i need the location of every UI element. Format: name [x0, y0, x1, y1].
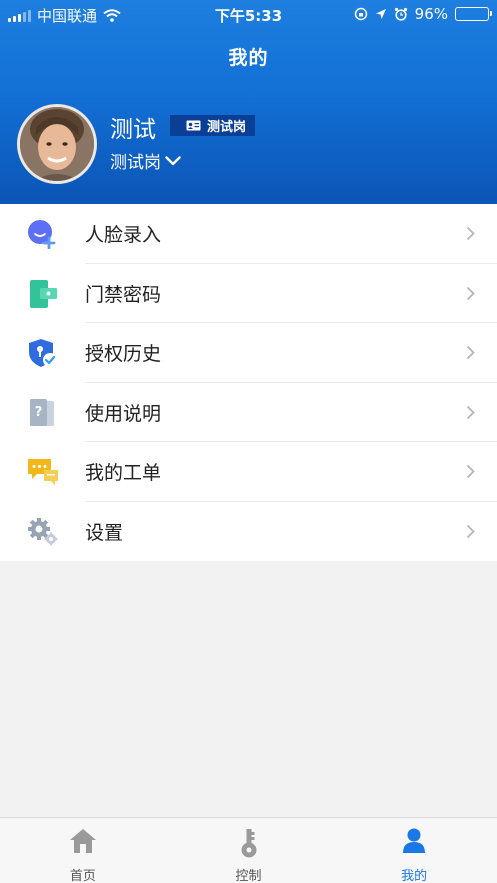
avatar[interactable]: [17, 104, 97, 184]
chevron-right-icon: [466, 464, 475, 479]
role-selector[interactable]: 测试岗: [110, 148, 181, 173]
tab-bar: 首页 控制 我的: [0, 817, 497, 883]
chevron-right-icon: [466, 405, 475, 419]
chevron-right-icon: [466, 524, 475, 538]
tab-label: 首页: [69, 869, 96, 883]
menu-item-label: 使用说明: [85, 402, 162, 425]
door-password-icon: [30, 279, 57, 308]
battery-percent: 96%: [414, 5, 448, 23]
tab-label: 我的: [401, 869, 428, 883]
profile-header: 中国联通 下午5:33 96% 我的 测试 测试岗 测试岗: [0, 0, 497, 204]
tab-home[interactable]: 首页: [0, 818, 166, 883]
current-role-label: 测试岗: [110, 153, 161, 173]
menu-item-label: 授权历史: [85, 343, 162, 366]
chevron-right-icon: [466, 226, 475, 241]
chevron-right-icon: [466, 345, 475, 360]
menu-item-label: 设置: [85, 521, 124, 544]
battery-icon: [455, 7, 492, 21]
menu-item-my-tickets[interactable]: 我的工单: [0, 442, 497, 502]
chevron-right-icon: [466, 286, 475, 300]
menu-item-label: 人脸录入: [85, 224, 162, 247]
role-badge-label: 测试岗: [207, 120, 247, 135]
face-add-icon: [28, 220, 56, 249]
person-icon: [403, 828, 426, 853]
menu-item-door-password[interactable]: 门禁密码: [0, 264, 497, 324]
menu-item-face-entry[interactable]: 人脸录入: [0, 204, 497, 264]
menu-item-label: 门禁密码: [85, 283, 162, 306]
key-icon: [241, 829, 256, 858]
id-card-icon: [186, 120, 201, 131]
menu-item-authorization-history[interactable]: 授权历史: [0, 323, 497, 383]
shield-check-icon: [29, 339, 57, 367]
orientation-lock-icon: [354, 7, 367, 21]
menu-list: 人脸录入 门禁密码 授权历史 ? 使用说明 我的工单 设置: [0, 204, 497, 561]
tab-control[interactable]: 控制: [166, 818, 332, 883]
role-badge: 测试岗: [170, 115, 256, 136]
tab-label: 控制: [235, 869, 262, 883]
menu-item-label: 我的工单: [85, 462, 162, 485]
user-name: 测试: [110, 117, 156, 143]
alarm-icon: [394, 7, 407, 21]
help-document-icon: ?: [30, 398, 54, 426]
home-icon: [69, 829, 96, 853]
location-icon: [375, 9, 386, 19]
page-title: 我的: [228, 47, 269, 69]
menu-item-settings[interactable]: 设置: [0, 502, 497, 562]
gear-icon: [28, 517, 58, 545]
chat-ticket-icon: [28, 459, 58, 485]
menu-item-user-guide[interactable]: ? 使用说明: [0, 383, 497, 443]
status-bar: 中国联通 下午5:33 96%: [0, 0, 497, 28]
svg-text:?: ?: [35, 405, 43, 420]
tab-mine[interactable]: 我的: [331, 818, 497, 883]
chevron-down-icon: [165, 155, 181, 165]
